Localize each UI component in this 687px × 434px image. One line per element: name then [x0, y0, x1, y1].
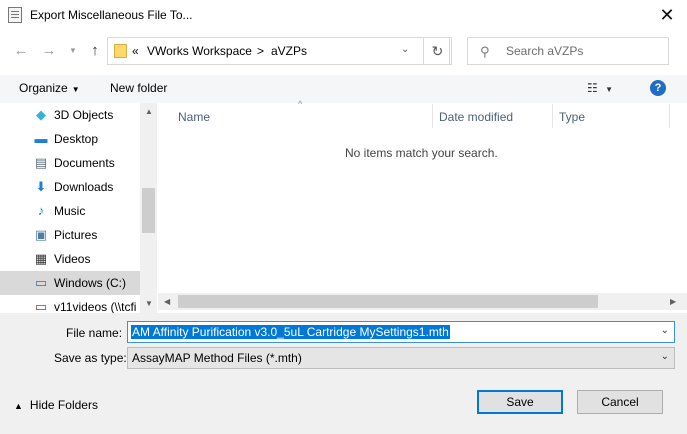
- search-input[interactable]: [506, 42, 661, 60]
- column-date-modified[interactable]: Date modified: [439, 110, 513, 136]
- sidebar-item-label: Downloads: [54, 180, 114, 194]
- file-list-horizontal-scrollbar[interactable]: ◀ ▶: [158, 293, 687, 310]
- column-type[interactable]: Type: [559, 110, 585, 136]
- scroll-down-icon[interactable]: ▼: [145, 299, 153, 308]
- chevron-down-icon[interactable]: ⌄: [661, 325, 669, 336]
- column-divider[interactable]: [552, 104, 553, 128]
- sidebar-item-documents[interactable]: ▤ Documents: [0, 151, 140, 175]
- navigation-pane-scrollbar[interactable]: ▲ ▼: [140, 103, 157, 313]
- chevron-down-icon[interactable]: ⌄: [661, 351, 669, 362]
- refresh-icon: ↻: [431, 43, 444, 59]
- search-icon: ⚲: [480, 44, 490, 59]
- scrollbar-thumb[interactable]: [178, 295, 598, 308]
- download-icon: ⬇: [35, 179, 47, 194]
- change-view-button[interactable]: ☷ ▼: [587, 81, 613, 95]
- sidebar-item-label: Videos: [54, 252, 91, 266]
- caret-up-icon: ▲: [14, 401, 23, 411]
- back-button[interactable]: ←: [12, 40, 30, 62]
- refresh-button[interactable]: ↻: [423, 37, 452, 65]
- scroll-up-icon[interactable]: ▲: [145, 107, 153, 116]
- save-as-type-label: Save as type:: [54, 351, 127, 365]
- scroll-left-icon[interactable]: ◀: [164, 297, 170, 306]
- sidebar-item-3d-objects[interactable]: ◆ 3D Objects: [0, 103, 140, 127]
- documents-icon: ▤: [34, 155, 48, 170]
- desktop-icon: ▬: [34, 131, 48, 146]
- scrollbar-thumb[interactable]: [142, 188, 155, 233]
- file-name-input[interactable]: AM Affinity Purification v3.0_5uL Cartri…: [127, 321, 675, 343]
- arrow-right-icon: →: [41, 42, 57, 59]
- breadcrumb-avzps[interactable]: aVZPs: [271, 44, 307, 58]
- folder-icon: [114, 44, 127, 58]
- sidebar-item-pictures[interactable]: ▣ Pictures: [0, 223, 140, 247]
- sidebar-item-videos[interactable]: ▦ Videos: [0, 247, 140, 271]
- address-dropdown-icon[interactable]: ⌄: [401, 44, 409, 55]
- sidebar-item-label: Pictures: [54, 228, 98, 242]
- column-name[interactable]: Name: [178, 110, 210, 136]
- organize-button[interactable]: Organize ▼: [19, 81, 80, 95]
- sidebar-item-label: Music: [54, 204, 86, 218]
- recent-locations-button[interactable]: ▼: [64, 40, 82, 62]
- save-as-type-value: AssayMAP Method Files (*.mth): [132, 351, 302, 365]
- music-icon: ♪: [37, 203, 45, 218]
- sidebar-item-music[interactable]: ♪ Music: [0, 199, 140, 223]
- details-view-icon: ☷: [587, 81, 598, 95]
- search-box[interactable]: ⚲: [467, 37, 669, 65]
- sort-caret-icon: ^: [298, 99, 303, 109]
- videos-icon: ▦: [34, 251, 48, 266]
- save-button[interactable]: Save: [477, 390, 563, 414]
- breadcrumb-overflow[interactable]: «: [132, 44, 139, 58]
- sidebar-item-windows-c[interactable]: ▭ Windows (C:): [0, 271, 140, 295]
- file-list[interactable]: [158, 103, 687, 313]
- chevron-down-icon: ▼: [71, 85, 80, 94]
- app-icon: [8, 7, 22, 23]
- sidebar-item-downloads[interactable]: ⬇ Downloads: [0, 175, 140, 199]
- title-bar: Export Miscellaneous File To... ✕: [0, 0, 687, 32]
- hide-folders-label: Hide Folders: [29, 398, 98, 412]
- breadcrumb-separator: >: [257, 44, 265, 58]
- navigation-pane: ◆ 3D Objects ▬ Desktop ▤ Documents ⬇ Downloads ♪…: [0, 103, 158, 314]
- pictures-icon: ▣: [34, 227, 48, 242]
- file-name-value[interactable]: AM Affinity Purification v3.0_5uL Cartri…: [131, 325, 450, 339]
- breadcrumb-vworks-workspace[interactable]: VWorks Workspace: [147, 44, 252, 58]
- address-bar[interactable]: « VWorks Workspace > aVZPs ⌄: [107, 37, 450, 65]
- window-title: Export Miscellaneous File To...: [30, 8, 193, 22]
- sidebar-item-label: 3D Objects: [54, 108, 114, 122]
- sidebar-item-label: v11videos (\\tcfi: [54, 300, 137, 314]
- up-button[interactable]: ↑: [86, 40, 104, 62]
- sidebar-item-label: Desktop: [54, 132, 99, 146]
- chevron-down-icon: ▼: [69, 46, 77, 55]
- help-icon[interactable]: ?: [650, 80, 666, 96]
- forward-button[interactable]: →: [40, 40, 58, 62]
- arrow-up-icon: ↑: [91, 42, 99, 59]
- cube-icon: ◆: [36, 107, 46, 122]
- command-bar: Organize ▼ New folder ☷ ▼ ?: [0, 75, 687, 103]
- column-divider[interactable]: [432, 104, 433, 128]
- drive-icon: ▭: [34, 275, 48, 290]
- file-name-label: File name:: [66, 326, 123, 340]
- column-divider[interactable]: [669, 104, 670, 128]
- sidebar-item-desktop[interactable]: ▬ Desktop: [0, 127, 140, 151]
- scroll-right-icon[interactable]: ▶: [670, 297, 676, 306]
- cancel-button[interactable]: Cancel: [577, 390, 663, 414]
- organize-label: Organize: [19, 81, 68, 95]
- arrow-left-icon: ←: [13, 42, 29, 59]
- chevron-down-icon: ▼: [605, 85, 614, 94]
- sidebar-item-label: Windows (C:): [54, 276, 127, 290]
- save-as-type-select[interactable]: AssayMAP Method Files (*.mth) ⌄: [127, 347, 675, 369]
- empty-message: No items match your search.: [345, 146, 498, 160]
- hide-folders-button[interactable]: ▲ Hide Folders: [14, 398, 98, 412]
- close-icon[interactable]: ✕: [655, 3, 679, 27]
- new-folder-button[interactable]: New folder: [110, 81, 167, 95]
- sidebar-item-label: Documents: [54, 156, 115, 170]
